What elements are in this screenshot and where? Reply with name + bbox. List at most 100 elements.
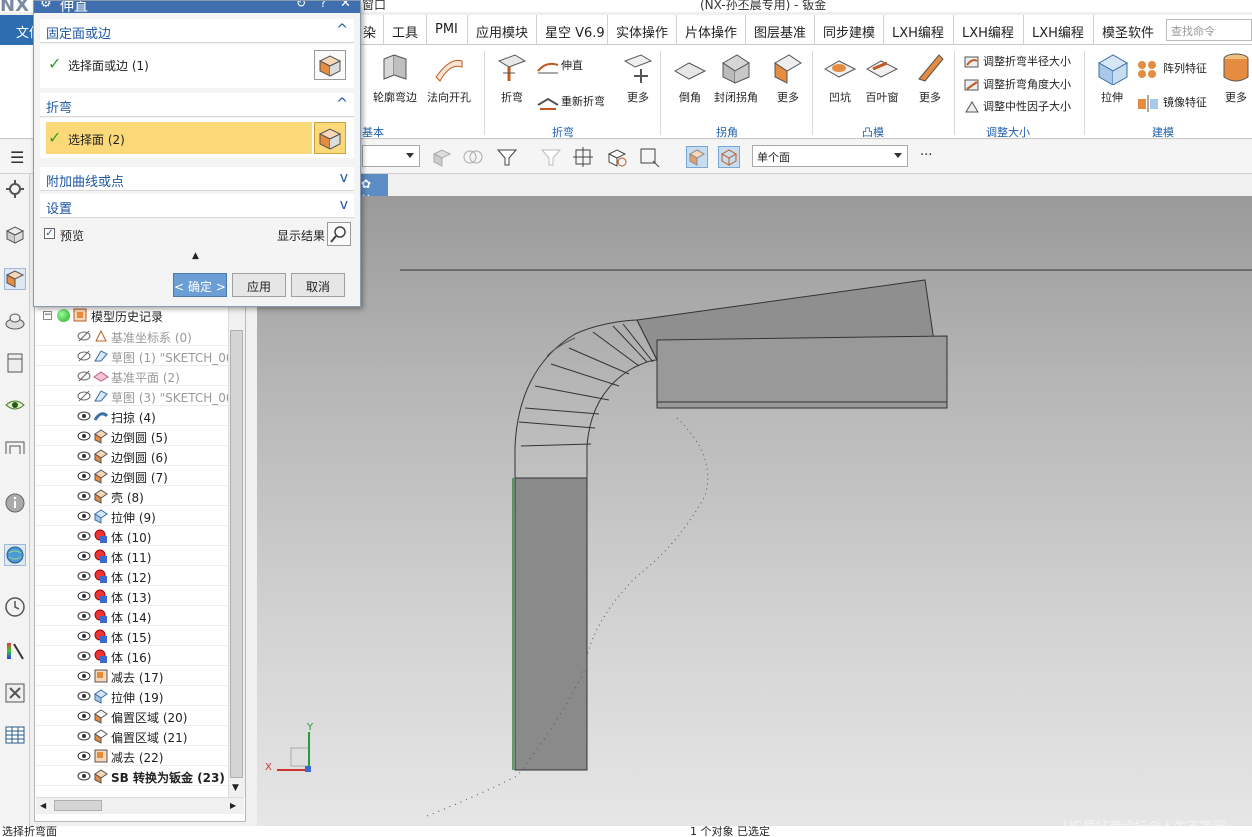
tree-row[interactable]: 边倒圆 (7) bbox=[35, 466, 229, 486]
model-history-label[interactable]: 模型历史记录 bbox=[91, 308, 163, 325]
refold-button[interactable]: 重新折弯 bbox=[536, 93, 605, 110]
spreadsheet-table-icon[interactable] bbox=[4, 724, 26, 746]
help-icon[interactable]: ? bbox=[320, 1, 326, 10]
extrude-button[interactable]: 拉伸 bbox=[1094, 51, 1130, 105]
visibility-eye-icon[interactable] bbox=[77, 730, 91, 742]
part-navigator-icon[interactable] bbox=[4, 268, 26, 290]
drafting-frame-icon[interactable] bbox=[4, 436, 26, 458]
tab-xingkong[interactable]: 星空 V6.9 bbox=[536, 15, 608, 45]
visibility-eye-icon[interactable] bbox=[77, 770, 91, 782]
tree-row[interactable]: 偏置区域 (20) bbox=[35, 706, 229, 726]
tree-row[interactable]: 体 (14) bbox=[35, 606, 229, 626]
scroll-right-arrow-icon[interactable]: ▶ bbox=[230, 801, 236, 810]
bend-face-selector-row[interactable]: ✓ 选择面 (2) bbox=[40, 118, 354, 158]
visibility-eye-icon[interactable] bbox=[77, 610, 91, 622]
tab-lxh-1[interactable]: LXH编程 bbox=[883, 15, 953, 45]
punch-more-button[interactable]: 更多 bbox=[912, 51, 948, 105]
settings-gear-icon[interactable] bbox=[4, 178, 26, 200]
graphics-window[interactable]: Y X UG爱好者论坛@人生不等闲 bbox=[257, 196, 1252, 835]
reuse-library-icon[interactable] bbox=[4, 352, 26, 374]
tree-row[interactable]: 体 (12) bbox=[35, 566, 229, 586]
constraint-navigator-icon[interactable] bbox=[4, 310, 26, 332]
fold-more-button[interactable]: 更多 bbox=[620, 51, 656, 105]
chevron-up-icon[interactable]: ^ bbox=[336, 96, 348, 112]
tree-row[interactable]: 体 (16) bbox=[35, 646, 229, 666]
tab-pmi[interactable]: PMI bbox=[426, 15, 466, 45]
scroll-down-arrow-icon[interactable]: ▼ bbox=[232, 783, 239, 793]
tree-row[interactable]: 基准平面 (2) bbox=[35, 366, 229, 386]
resize-bend-angle-button[interactable]: 调整折弯角度大小 bbox=[964, 76, 1071, 92]
visibility-eye-icon[interactable] bbox=[77, 690, 91, 702]
section-additional-curves[interactable]: 附加曲线或点 v bbox=[40, 167, 354, 191]
reset-icon[interactable]: ↻ bbox=[296, 1, 306, 10]
collapse-arrow-icon[interactable]: ▲ bbox=[192, 251, 199, 261]
visibility-eye-icon[interactable] bbox=[77, 670, 91, 682]
bend-face-select-button[interactable] bbox=[314, 122, 346, 154]
horizontal-scroll-thumb[interactable] bbox=[54, 800, 102, 811]
tree-row[interactable]: 拉伸 (19) bbox=[35, 686, 229, 706]
visibility-eye-icon[interactable] bbox=[77, 430, 91, 442]
tree-row[interactable]: 减去 (22) bbox=[35, 746, 229, 766]
show-result-button[interactable] bbox=[327, 222, 351, 246]
tab-sync-modeling[interactable]: 同步建模 bbox=[814, 15, 883, 45]
face-select-button[interactable] bbox=[314, 50, 346, 80]
visibility-eye-icon[interactable] bbox=[77, 370, 91, 382]
tab-sheet-ops[interactable]: 片体操作 bbox=[676, 15, 745, 45]
visibility-eye-icon[interactable] bbox=[77, 530, 91, 542]
tree-row[interactable]: 体 (11) bbox=[35, 546, 229, 566]
tab-mosheng[interactable]: 模圣软件 bbox=[1093, 15, 1162, 45]
louver-button[interactable]: 百叶窗 bbox=[862, 51, 902, 105]
type-filter-dropdown[interactable] bbox=[362, 145, 420, 167]
visibility-eye-icon[interactable] bbox=[77, 650, 91, 662]
scroll-left-arrow-icon[interactable]: ◀ bbox=[40, 801, 46, 810]
tab-lxh-2[interactable]: LXH编程 bbox=[953, 15, 1023, 45]
filter-solid-icon[interactable] bbox=[430, 146, 452, 168]
assembly-navigator-icon[interactable] bbox=[4, 224, 26, 246]
close-corner-button[interactable]: 封闭拐角 bbox=[712, 51, 760, 105]
filter-intersect-icon[interactable] bbox=[462, 146, 484, 168]
tree-row[interactable]: 减去 (17) bbox=[35, 666, 229, 686]
dimple-button[interactable]: 凹坑 bbox=[822, 51, 858, 105]
chamfer-button[interactable]: 倒角 bbox=[672, 51, 708, 105]
tree-row[interactable]: 体 (15) bbox=[35, 626, 229, 646]
visibility-eye-icon[interactable] bbox=[77, 630, 91, 642]
info-icon[interactable] bbox=[4, 492, 26, 514]
pattern-feature-button[interactable]: 阵列特征 bbox=[1136, 59, 1207, 79]
select-region-icon[interactable] bbox=[638, 146, 660, 168]
visibility-eye-icon[interactable] bbox=[77, 470, 91, 482]
visibility-eye-icon[interactable] bbox=[4, 394, 26, 416]
navigator-vertical-scrollbar[interactable]: ▼ bbox=[228, 305, 245, 797]
resize-neutral-factor-button[interactable]: 调整中性因子大小 bbox=[964, 98, 1071, 114]
resize-bend-radius-button[interactable]: 调整折弯半径大小 bbox=[964, 53, 1071, 69]
tree-row[interactable]: 体 (13) bbox=[35, 586, 229, 606]
chevron-down-icon[interactable]: v bbox=[340, 197, 348, 213]
history-clock-icon[interactable] bbox=[4, 596, 26, 618]
tab-solid-ops[interactable]: 实体操作 bbox=[607, 15, 676, 45]
tree-row[interactable]: 壳 (8) bbox=[35, 486, 229, 506]
menu-window[interactable]: 窗口 bbox=[362, 0, 386, 12]
visibility-eye-icon[interactable] bbox=[77, 750, 91, 762]
fixed-face-selector-row[interactable]: ✓ 选择面或边 (1) bbox=[40, 44, 354, 88]
visibility-eye-icon[interactable] bbox=[77, 490, 91, 502]
apply-button[interactable]: 应用 bbox=[232, 273, 286, 297]
tree-row[interactable]: 草图 (3) "SKETCH_00 bbox=[35, 386, 234, 406]
modeling-more-button[interactable]: 更多 bbox=[1218, 51, 1252, 105]
close-icon[interactable]: ✕ bbox=[340, 1, 351, 11]
tree-collapse-toggle[interactable]: − bbox=[43, 311, 52, 320]
hamburger-menu-icon[interactable]: ☰ bbox=[10, 148, 24, 167]
corner-more-button[interactable]: 更多 bbox=[770, 51, 806, 105]
cancel-button[interactable]: 取消 bbox=[291, 273, 345, 297]
view-tab[interactable]: ✿ × bbox=[357, 174, 388, 205]
visibility-eye-icon[interactable] bbox=[77, 590, 91, 602]
tree-row[interactable]: 草图 (1) "SKETCH_00 bbox=[35, 346, 234, 366]
tree-row[interactable]: SB 转换为钣金 (23) bbox=[35, 766, 229, 786]
tab-layer-datum[interactable]: 图层基准 bbox=[745, 15, 814, 45]
command-search-input[interactable]: 查找命令 bbox=[1166, 19, 1252, 41]
section-bend[interactable]: 折弯 ^ bbox=[40, 93, 354, 117]
selection-scope-dropdown[interactable]: 单个面 bbox=[752, 145, 908, 167]
render-wireframe-icon[interactable] bbox=[718, 146, 740, 168]
snap-point-icon[interactable] bbox=[572, 146, 594, 168]
visibility-eye-icon[interactable] bbox=[77, 710, 91, 722]
tree-row[interactable]: 扫掠 (4) bbox=[35, 406, 229, 426]
preview-checkbox[interactable]: ✓ bbox=[44, 228, 55, 239]
